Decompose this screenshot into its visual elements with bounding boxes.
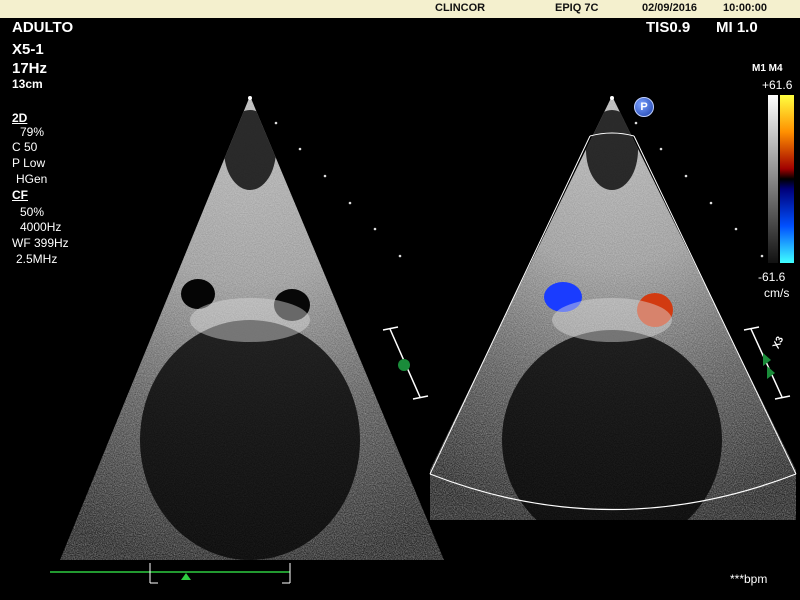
color-scale-min: -61.6 (758, 270, 786, 284)
ultrasound-view (50, 96, 797, 584)
mi-label: MI 1.0 (716, 19, 758, 36)
gain-cf: 50% (20, 205, 45, 219)
grayscale-bar (768, 95, 778, 263)
frequency-cf: 2.5MHz (16, 252, 58, 266)
power-2d: P Low (12, 156, 46, 170)
prf-cf: 4000Hz (20, 220, 62, 234)
velocity-color-bar (780, 95, 794, 263)
compression-2d: C 50 (12, 140, 38, 154)
p-marker-icon: P (634, 97, 654, 117)
color-flow-image (430, 96, 796, 520)
depth-label: 13cm (12, 77, 43, 91)
color-map-label: M1 M4 (752, 63, 783, 74)
frame-rate-label: 17Hz (12, 60, 48, 77)
heart-rate-label: ***bpm (730, 572, 768, 586)
mode-2d-header: 2D (12, 111, 28, 125)
mode-cf-header: CF (12, 188, 28, 202)
focus-marker-icon[interactable] (382, 326, 429, 400)
color-scale-bar (768, 95, 794, 263)
bmode-image (60, 96, 444, 560)
frequency-2d: HGen (16, 172, 48, 186)
probe-label: X5-1 (12, 41, 44, 58)
color-scale-max: +61.6 (762, 78, 793, 92)
tis-label: TIS0.9 (646, 19, 691, 36)
wall-filter-cf: WF 399Hz (12, 236, 69, 250)
trigger-marker-icon[interactable] (181, 573, 191, 580)
gain-2d: 79% (20, 125, 45, 139)
ecg-trace (50, 563, 291, 584)
color-scale-unit: cm/s (764, 286, 790, 300)
preset-label: ADULTO (12, 19, 74, 36)
